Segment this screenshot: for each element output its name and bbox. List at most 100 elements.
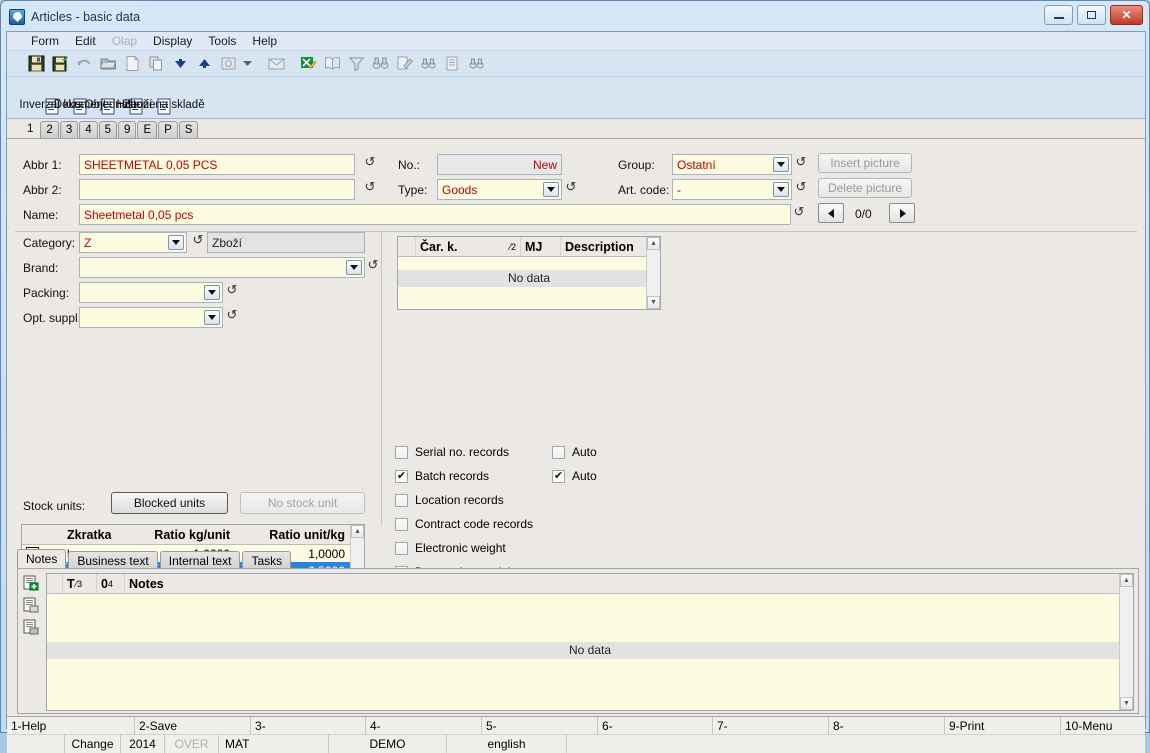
checkbox-serial-no-records[interactable]: Serial no. records (395, 445, 509, 459)
next-picture-button[interactable] (889, 203, 915, 223)
function-key-2[interactable]: 2-Save (135, 717, 251, 734)
scroll-up-icon[interactable]: ▲ (1120, 574, 1133, 587)
checkbox-location-records[interactable]: Location records (395, 493, 504, 507)
abbr2-history-icon[interactable]: ↺ (364, 179, 376, 195)
stock-col-zkratka[interactable]: Zkratka (64, 528, 124, 542)
notes-col-0[interactable]: 0 4 (97, 574, 125, 593)
scroll-down-icon[interactable]: ▼ (647, 296, 660, 309)
function-key-1[interactable]: 1-Help (7, 717, 135, 734)
chevron-down-icon[interactable] (346, 260, 362, 275)
checkbox-contract-code-records[interactable]: Contract code records (395, 517, 533, 531)
tab-internal-text[interactable]: Internal text (159, 551, 241, 569)
abbr1-history-icon[interactable]: ↺ (364, 154, 376, 170)
chevron-down-icon[interactable] (168, 235, 184, 250)
type-history-icon[interactable]: ↺ (565, 179, 577, 195)
prev-picture-button[interactable] (818, 203, 844, 223)
art-code-combo[interactable]: - (672, 179, 792, 200)
function-key-10[interactable]: 10-Menu (1061, 717, 1145, 734)
notes-grid[interactable]: T ⁄3 0 4 Notes No data ▲ ▼ (46, 573, 1134, 711)
notes-col-t[interactable]: T ⁄3 (63, 574, 97, 593)
abbr1-input[interactable]: SHEETMETAL 0,05 PCS (79, 154, 355, 175)
arrow-down-icon[interactable] (169, 53, 191, 75)
save-as-icon[interactable] (49, 53, 71, 75)
minimize-button[interactable] (1044, 5, 1073, 25)
dropdown-arrow-icon[interactable] (241, 53, 253, 75)
stock-col-ratio-kg-unit[interactable]: Ratio kg/unit (124, 528, 234, 542)
page-tab-p[interactable]: P (158, 121, 178, 138)
close-button[interactable]: ✕ (1110, 5, 1143, 25)
notes-scrollbar[interactable]: ▲ ▼ (1119, 574, 1133, 710)
barcode-col-code[interactable]: Čar. k. ⁄2 (416, 237, 521, 256)
barcode-scrollbar[interactable]: ▲ ▼ (646, 237, 660, 309)
barcode-col-description[interactable]: Description (561, 237, 647, 256)
menu-item-edit[interactable]: Edit (67, 33, 104, 49)
group-combo[interactable]: Ostatní (672, 154, 792, 175)
page-tab-e[interactable]: E (137, 121, 158, 138)
checkbox-box[interactable]: ✔ (395, 469, 408, 483)
checkbox-box[interactable] (552, 445, 565, 459)
chevron-down-icon[interactable] (773, 182, 789, 197)
menu-item-form[interactable]: Form (23, 33, 67, 49)
packing-combo[interactable] (79, 282, 223, 303)
category-combo[interactable]: Z (79, 232, 187, 253)
menu-item-tools[interactable]: Tools (200, 33, 244, 49)
insert-picture-button[interactable]: Insert picture (818, 153, 912, 173)
abbr2-input[interactable] (79, 179, 355, 200)
maximize-button[interactable] (1077, 5, 1106, 25)
name-history-icon[interactable]: ↺ (793, 204, 805, 220)
function-key-3[interactable]: 3- (251, 717, 366, 734)
delete-picture-button[interactable]: Delete picture (818, 178, 912, 198)
checkbox-serial-auto[interactable]: Auto (552, 445, 597, 459)
page-tab-1[interactable]: 1 (21, 119, 40, 138)
stock-col-ratio-unit-kg[interactable]: Ratio unit/kg (234, 528, 349, 542)
checkbox-box[interactable] (395, 517, 408, 531)
function-key-4[interactable]: 4- (366, 717, 482, 734)
notes-col-notes[interactable]: Notes (125, 574, 325, 593)
arrow-up-icon[interactable] (193, 53, 215, 75)
brand-combo[interactable] (79, 257, 365, 278)
checkbox-batch-auto[interactable]: ✔ Auto (552, 469, 597, 483)
opt-suppl-history-icon[interactable]: ↺ (226, 307, 238, 323)
scroll-up-icon[interactable]: ▲ (351, 525, 364, 538)
menu-item-display[interactable]: Display (145, 33, 200, 49)
barcode-col-mj[interactable]: MJ (521, 237, 561, 256)
page-tab-2[interactable]: 2 (40, 121, 59, 138)
page-tab-5[interactable]: 5 (98, 121, 118, 138)
tab-notes[interactable]: Notes (17, 549, 67, 569)
delete-note-icon[interactable] (23, 619, 41, 637)
chevron-down-icon[interactable] (543, 182, 559, 197)
art-code-history-icon[interactable]: ↺ (795, 179, 807, 195)
blocked-units-button[interactable]: Blocked units (111, 492, 228, 514)
brand-history-icon[interactable]: ↺ (367, 257, 379, 273)
page-tab-s[interactable]: S (178, 121, 199, 138)
chevron-down-icon[interactable] (204, 310, 220, 325)
packing-history-icon[interactable]: ↺ (226, 282, 238, 298)
function-key-5[interactable]: 5- (482, 717, 598, 734)
add-note-icon[interactable] (23, 575, 41, 593)
checkbox-box[interactable] (395, 493, 408, 507)
excel-export-icon[interactable] (297, 53, 319, 75)
group-history-icon[interactable]: ↺ (795, 154, 807, 170)
checkbox-box[interactable]: ✔ (552, 469, 565, 483)
page-tab-9[interactable]: 9 (118, 121, 137, 138)
category-history-icon[interactable]: ↺ (192, 232, 204, 248)
function-key-8[interactable]: 8- (829, 717, 945, 734)
tab-business-text[interactable]: Business text (68, 551, 158, 569)
name-input[interactable]: Sheetmetal 0,05 pcs (79, 204, 791, 225)
scroll-up-icon[interactable]: ▲ (647, 237, 660, 250)
chevron-down-icon[interactable] (773, 157, 789, 172)
function-key-7[interactable]: 7- (713, 717, 829, 734)
chevron-down-icon[interactable] (204, 285, 220, 300)
barcode-grid[interactable]: Čar. k. ⁄2 MJ Description No data ▲ ▼ (397, 236, 661, 310)
scroll-down-icon[interactable]: ▼ (1120, 697, 1133, 710)
toolbar-button-zbozi-na-sklade[interactable]: Zboží na skladě (123, 97, 205, 118)
page-tab-3[interactable]: 3 (59, 121, 79, 138)
save-icon[interactable] (25, 53, 47, 75)
type-combo[interactable]: Goods (437, 179, 562, 200)
checkbox-batch-records[interactable]: ✔ Batch records (395, 469, 489, 483)
menu-item-help[interactable]: Help (244, 33, 285, 49)
tab-tasks[interactable]: Tasks (242, 551, 292, 569)
function-key-6[interactable]: 6- (598, 717, 713, 734)
function-key-9[interactable]: 9-Print (945, 717, 1061, 734)
page-tab-4[interactable]: 4 (79, 121, 98, 138)
